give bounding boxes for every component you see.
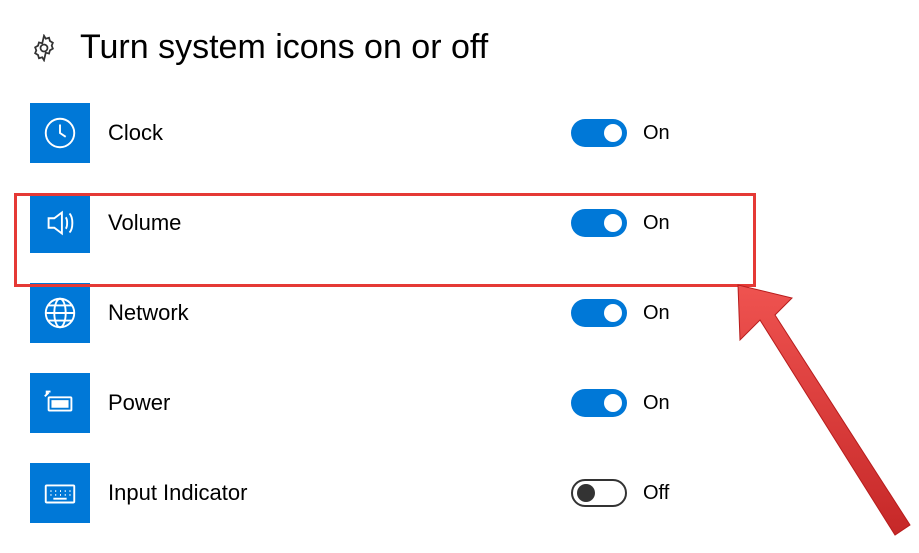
- gear-icon: [30, 34, 58, 62]
- row-power: Power On: [30, 373, 889, 433]
- volume-icon: [30, 193, 90, 253]
- toggle-state-label: On: [643, 392, 679, 415]
- row-network: Network On: [30, 283, 889, 343]
- toggle-group-network: On: [571, 299, 679, 327]
- row-clock: Clock On: [30, 103, 889, 163]
- power-toggle[interactable]: [571, 389, 627, 417]
- row-volume: Volume On: [30, 193, 889, 253]
- toggle-state-label: On: [643, 212, 679, 235]
- network-toggle[interactable]: [571, 299, 627, 327]
- toggle-state-label: On: [643, 122, 679, 145]
- toggle-group-clock: On: [571, 119, 679, 147]
- keyboard-icon: [30, 463, 90, 523]
- toggle-state-label: Off: [643, 482, 679, 505]
- row-label: Volume: [108, 210, 571, 236]
- row-label: Clock: [108, 120, 571, 146]
- system-icons-list: Clock On Volume On Netwo: [0, 77, 919, 523]
- volume-toggle[interactable]: [571, 209, 627, 237]
- page-title: Turn system icons on or off: [80, 28, 488, 67]
- network-icon: [30, 283, 90, 343]
- row-label: Network: [108, 300, 571, 326]
- toggle-group-power: On: [571, 389, 679, 417]
- toggle-group-volume: On: [571, 209, 679, 237]
- clock-icon: [30, 103, 90, 163]
- toggle-state-label: On: [643, 302, 679, 325]
- clock-toggle[interactable]: [571, 119, 627, 147]
- page-header: Turn system icons on or off: [0, 0, 919, 77]
- input-indicator-toggle[interactable]: [571, 479, 627, 507]
- row-input-indicator: Input Indicator Off: [30, 463, 889, 523]
- toggle-group-input-indicator: Off: [571, 479, 679, 507]
- power-icon: [30, 373, 90, 433]
- row-label: Input Indicator: [108, 480, 571, 506]
- row-label: Power: [108, 390, 571, 416]
